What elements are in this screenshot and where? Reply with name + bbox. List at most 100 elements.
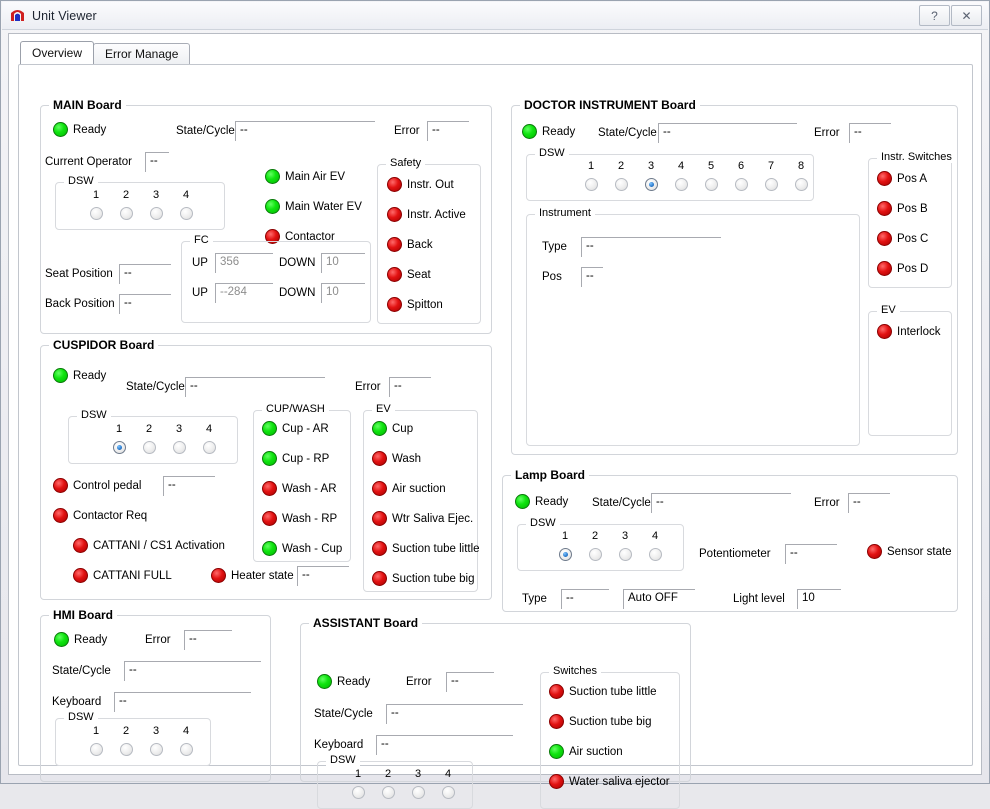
doctor-dsw-num-8: 8 (797, 160, 805, 172)
cuspidor-dsw-radio-1[interactable] (113, 441, 126, 454)
lamp-state-cycle-field[interactable]: -- (651, 493, 791, 513)
main-safety-group: Safety Instr. Out Instr. Active Back Sea… (377, 157, 481, 324)
cuspidor-error-field[interactable]: -- (389, 377, 431, 397)
close-icon: ✕ (961, 8, 972, 23)
cuspidor-state-cycle-label: State/Cycle (126, 381, 185, 393)
main-dsw-title: DSW (64, 175, 98, 187)
main-dsw-radio-4[interactable] (180, 207, 193, 220)
cuspidor-control-pedal-led (53, 478, 68, 493)
main-state-cycle-field[interactable]: -- (235, 121, 375, 141)
cuspidor-ev-air-suction-label: Air suction (392, 483, 446, 495)
assistant-air-suction-led (549, 744, 564, 759)
doctor-dsw-radio-4[interactable] (675, 178, 688, 191)
doctor-error-field[interactable]: -- (849, 123, 891, 143)
tab-overview[interactable]: Overview (20, 41, 95, 64)
cuspidor-dsw-radio-4[interactable] (203, 441, 216, 454)
assistant-dsw-radio-2[interactable] (382, 786, 395, 799)
cuspidor-dsw-radio-3[interactable] (173, 441, 186, 454)
cuspidor-ev-wash-label: Wash (392, 453, 421, 465)
cupwash-wash-rp-led (262, 511, 277, 526)
title-bar: Unit Viewer ? ✕ (2, 2, 988, 30)
cuspidor-ev-title: EV (372, 403, 395, 415)
main-error-field[interactable]: -- (427, 121, 469, 141)
doctor-dsw-radio-6[interactable] (735, 178, 748, 191)
assistant-keyboard-field[interactable]: -- (376, 735, 513, 755)
main-ready-label: Ready (73, 124, 107, 136)
assistant-dsw-radio-4[interactable] (442, 786, 455, 799)
assistant-state-cycle-label: State/Cycle (314, 708, 373, 720)
main-back-position-field[interactable]: -- (119, 294, 171, 314)
main-fc-down1-field[interactable]: 10 (321, 253, 365, 273)
cuspidor-ev-suction-little-led (372, 541, 387, 556)
doctor-dsw-radio-7[interactable] (765, 178, 778, 191)
assistant-suction-little-led (549, 684, 564, 699)
hmi-dsw-radio-1[interactable] (90, 743, 103, 756)
doctor-dsw-radio-2[interactable] (615, 178, 628, 191)
instr-switch-pos-d-led (877, 261, 892, 276)
doctor-dsw-radio-8[interactable] (795, 178, 808, 191)
main-fc-up2-field[interactable]: --284 (215, 283, 273, 303)
hmi-dsw-radio-3[interactable] (150, 743, 163, 756)
safety-spitton-label: Spitton (407, 299, 443, 311)
lamp-dsw-radio-1[interactable] (559, 548, 572, 561)
cuspidor-contactor-req-led (53, 508, 68, 523)
main-seat-position-field[interactable]: -- (119, 264, 171, 284)
main-fc-down2-field[interactable]: 10 (321, 283, 365, 303)
main-fc-up1-field[interactable]: 356 (215, 253, 273, 273)
cuspidor-state-cycle-field[interactable]: -- (185, 377, 325, 397)
close-button[interactable]: ✕ (951, 5, 982, 26)
main-water-ev-label: Main Water EV (285, 201, 362, 213)
doctor-dsw-radio-3[interactable] (645, 178, 658, 191)
main-dsw-radio-1[interactable] (90, 207, 103, 220)
assistant-dsw-num-4: 4 (444, 768, 452, 780)
assistant-dsw-num-3: 3 (414, 768, 422, 780)
doctor-instrument-type-label: Type (542, 241, 567, 253)
hmi-keyboard-field[interactable]: -- (114, 692, 251, 712)
assistant-air-suction-label: Air suction (569, 746, 623, 758)
doctor-state-cycle-field[interactable]: -- (658, 123, 797, 143)
cuspidor-heater-state-field[interactable]: -- (297, 566, 349, 586)
safety-seat-led (387, 267, 402, 282)
tab-error-manage[interactable]: Error Manage (93, 43, 191, 64)
main-dsw-group: DSW 1 2 3 4 (55, 175, 225, 230)
doctor-dsw-num-7: 7 (767, 160, 775, 172)
main-dsw-radio-2[interactable] (120, 207, 133, 220)
assistant-dsw-radio-1[interactable] (352, 786, 365, 799)
hmi-state-cycle-field[interactable]: -- (124, 661, 261, 681)
assistant-state-cycle-field[interactable]: -- (386, 704, 523, 724)
lamp-type-field[interactable]: -- (561, 589, 609, 609)
doctor-instrument-pos-field[interactable]: -- (581, 267, 603, 287)
instr-switch-pos-d-label: Pos D (897, 263, 929, 275)
tab-strip: Overview Error Manage (20, 41, 191, 64)
hmi-dsw-radio-2[interactable] (120, 743, 133, 756)
help-icon: ? (931, 8, 938, 23)
cuspidor-control-pedal-field[interactable]: -- (163, 476, 215, 496)
tab-page-overview: MAIN Board Ready State/Cycle -- Error --… (18, 64, 973, 809)
help-button[interactable]: ? (919, 5, 950, 26)
assistant-dsw-radio-3[interactable] (412, 786, 425, 799)
hmi-error-field[interactable]: -- (184, 630, 232, 650)
cuspidor-ev-cup-led (372, 421, 387, 436)
main-current-operator-field[interactable]: -- (145, 152, 169, 172)
hmi-dsw-radio-4[interactable] (180, 743, 193, 756)
doctor-dsw-radio-5[interactable] (705, 178, 718, 191)
cupwash-wash-rp-label: Wash - RP (282, 513, 338, 525)
doctor-dsw-radio-1[interactable] (585, 178, 598, 191)
lamp-potentiometer-field[interactable]: -- (785, 544, 837, 564)
doctor-instrument-type-field[interactable]: -- (581, 237, 721, 257)
cupwash-cup-ar-label: Cup - AR (282, 423, 329, 435)
lamp-dsw-group: DSW 1 2 3 4 (517, 517, 684, 571)
lamp-dsw-radio-3[interactable] (619, 548, 632, 561)
lamp-error-field[interactable]: -- (848, 493, 890, 513)
main-dsw-radio-3[interactable] (150, 207, 163, 220)
lamp-dsw-radio-2[interactable] (589, 548, 602, 561)
lamp-dsw-num-2: 2 (591, 530, 599, 542)
hmi-dsw-num-3: 3 (152, 725, 160, 737)
doctor-dsw-num-5: 5 (707, 160, 715, 172)
lamp-light-level-field[interactable]: 10 (797, 589, 841, 609)
assistant-error-field[interactable]: -- (446, 672, 494, 692)
cuspidor-dsw-title: DSW (77, 409, 111, 421)
lamp-dsw-radio-4[interactable] (649, 548, 662, 561)
cuspidor-dsw-radio-2[interactable] (143, 441, 156, 454)
lamp-auto-field[interactable]: Auto OFF (623, 589, 695, 609)
